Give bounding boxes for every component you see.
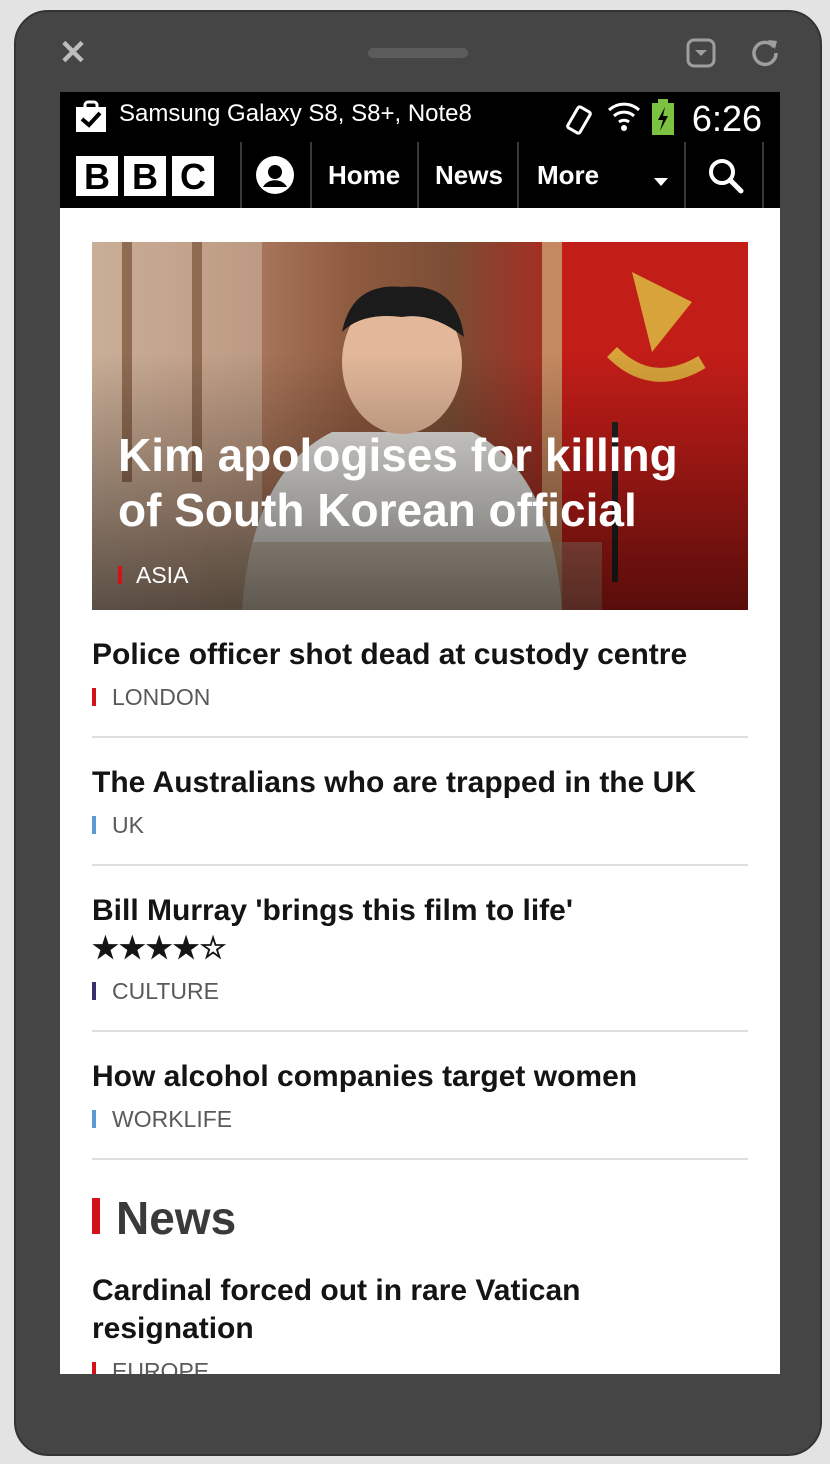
- section-heading-news[interactable]: News: [92, 1190, 748, 1246]
- content-area: Kim apologises for killing of South Kore…: [92, 242, 748, 1374]
- nav-divider: [684, 142, 686, 208]
- speaker-grille: [368, 48, 468, 58]
- story-tag[interactable]: WORKLIFE: [92, 1106, 748, 1133]
- story-title[interactable]: How alcohol companies target women: [92, 1058, 748, 1096]
- logo-letter: B: [76, 156, 118, 197]
- logo-letter: C: [172, 156, 214, 197]
- story-title[interactable]: Police officer shot dead at custody cent…: [92, 636, 748, 674]
- nav-divider: [310, 142, 312, 208]
- nav-divider: [517, 142, 519, 208]
- bbc-logo[interactable]: B B C: [76, 156, 214, 197]
- emulator-frame: ✕ Samsung Galaxy S8, S8+, Note8 6:26 B B…: [14, 10, 822, 1456]
- close-icon[interactable]: ✕: [58, 36, 88, 70]
- nav-more[interactable]: More: [537, 142, 599, 208]
- nav-divider: [762, 142, 764, 208]
- story-item[interactable]: Bill Murray 'brings this film to life' ★…: [92, 866, 748, 1032]
- account-icon[interactable]: [256, 156, 294, 194]
- phone-screen: Samsung Galaxy S8, S8+, Note8 6:26 B B C: [60, 92, 780, 1374]
- story-title[interactable]: Bill Murray 'brings this film to life' ★…: [92, 892, 632, 968]
- bbc-nav-bar: B B C Home News More: [60, 142, 780, 210]
- story-item[interactable]: Police officer shot dead at custody cent…: [92, 610, 748, 738]
- nav-divider: [417, 142, 419, 208]
- nav-divider: [240, 142, 242, 208]
- hero-tag[interactable]: ASIA: [118, 562, 188, 589]
- story-title[interactable]: Cardinal forced out in rare Vatican resi…: [92, 1272, 652, 1348]
- hero-overlay: [92, 242, 748, 610]
- chevron-down-icon[interactable]: [654, 173, 668, 191]
- nav-home[interactable]: Home: [328, 142, 400, 208]
- search-icon[interactable]: [708, 158, 744, 194]
- battery-charging-icon: [650, 98, 676, 141]
- story-tag[interactable]: LONDON: [92, 684, 748, 711]
- download-icon[interactable]: [684, 36, 718, 70]
- wifi-icon: [606, 98, 642, 139]
- notification-text: Samsung Galaxy S8, S8+, Note8: [119, 100, 472, 127]
- clipboard-check-icon: [74, 100, 108, 139]
- refresh-icon[interactable]: [748, 36, 782, 70]
- story-tag[interactable]: EUROPE: [92, 1358, 748, 1374]
- story-item[interactable]: Cardinal forced out in rare Vatican resi…: [92, 1246, 748, 1374]
- vibrate-icon: [566, 102, 596, 141]
- story-title[interactable]: The Australians who are trapped in the U…: [92, 764, 748, 802]
- story-item[interactable]: The Australians who are trapped in the U…: [92, 738, 748, 866]
- hero-story[interactable]: Kim apologises for killing of South Kore…: [92, 242, 748, 610]
- story-item[interactable]: How alcohol companies target women WORKL…: [92, 1032, 748, 1160]
- status-bar: Samsung Galaxy S8, S8+, Note8 6:26: [60, 92, 780, 142]
- logo-letter: B: [124, 156, 166, 197]
- story-tag[interactable]: CULTURE: [92, 978, 748, 1005]
- hero-title[interactable]: Kim apologises for killing of South Kore…: [118, 428, 728, 538]
- nav-news[interactable]: News: [435, 142, 503, 208]
- story-tag[interactable]: UK: [92, 812, 748, 839]
- status-clock: 6:26: [691, 98, 762, 139]
